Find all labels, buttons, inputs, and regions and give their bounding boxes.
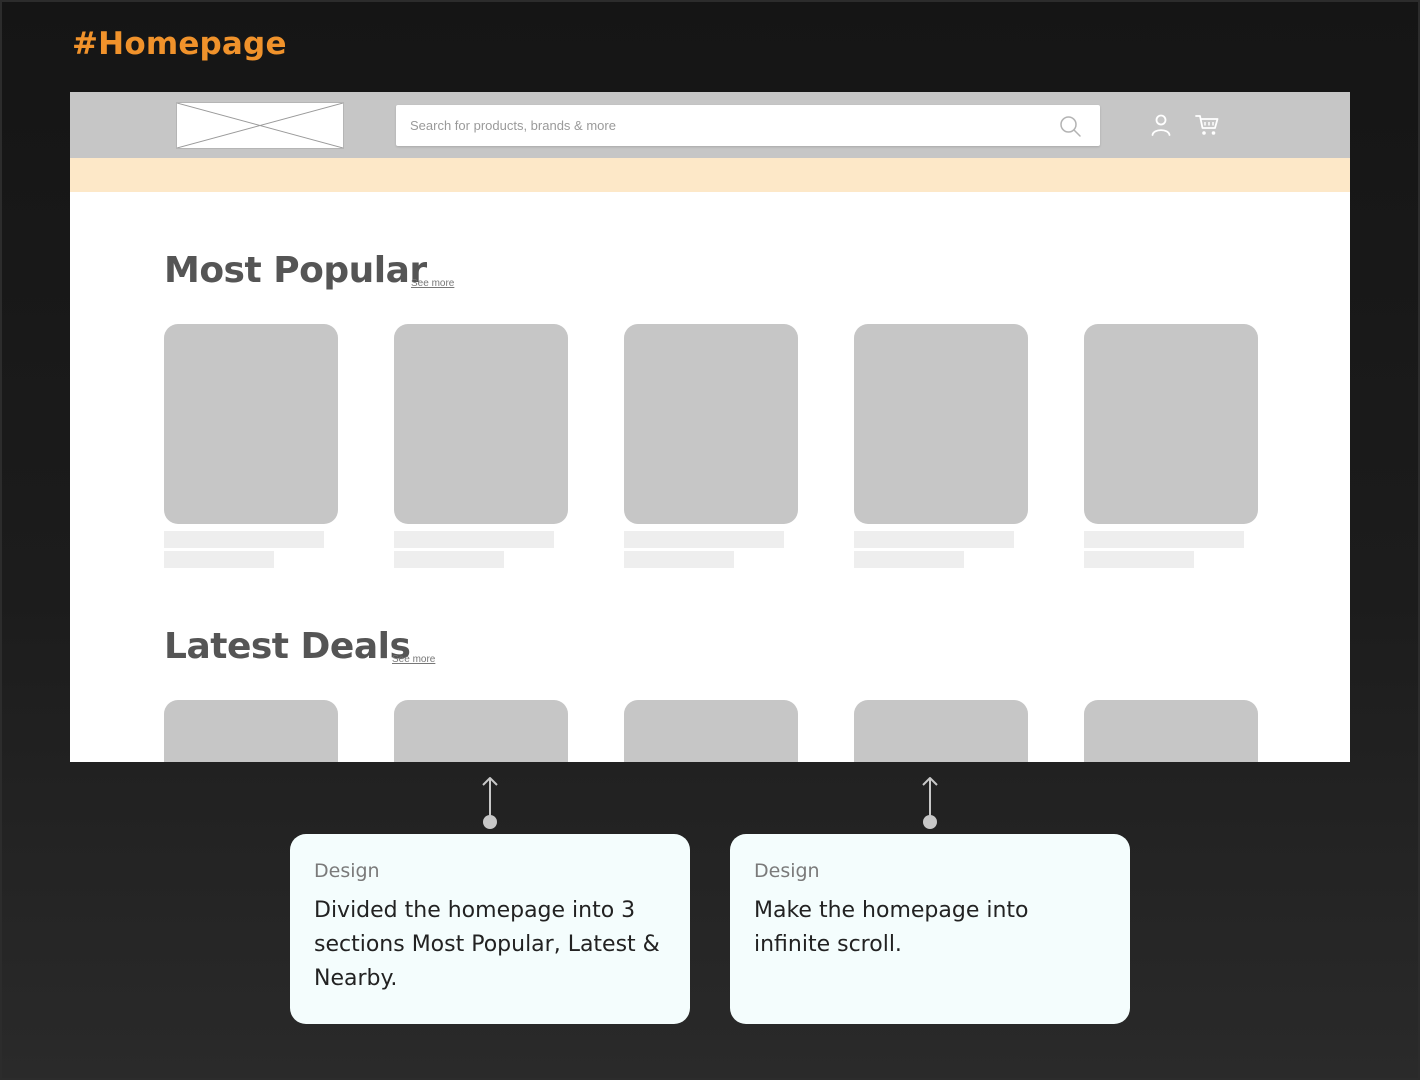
product-card[interactable] — [854, 700, 1028, 762]
note-text: Divided the homepage into 3 sections Mos… — [314, 898, 660, 991]
logo-placeholder[interactable] — [176, 102, 344, 149]
text-placeholder — [624, 531, 784, 548]
annotation-note: Design Make the homepage into infinite s… — [730, 834, 1130, 1024]
product-card[interactable] — [854, 324, 1028, 524]
annotation-note: Design Divided the homepage into 3 secti… — [290, 834, 690, 1024]
wireframe-header — [70, 92, 1350, 158]
text-placeholder — [394, 531, 554, 548]
text-placeholder — [1084, 551, 1194, 568]
text-placeholder — [854, 551, 964, 568]
search-input[interactable] — [396, 105, 1046, 146]
promo-banner — [70, 158, 1350, 192]
text-placeholder — [164, 551, 274, 568]
see-more-link[interactable]: See more — [392, 654, 435, 665]
product-card[interactable] — [624, 324, 798, 524]
product-card[interactable] — [394, 700, 568, 762]
product-card[interactable] — [394, 324, 568, 524]
image-placeholder-icon — [177, 103, 343, 148]
note-label: Design — [754, 860, 820, 882]
product-card[interactable] — [164, 700, 338, 762]
product-card[interactable] — [1084, 324, 1258, 524]
text-placeholder — [1084, 531, 1244, 548]
product-card[interactable] — [624, 700, 798, 762]
product-card[interactable] — [164, 324, 338, 524]
arrow-up-icon — [482, 777, 498, 829]
user-icon[interactable] — [1149, 113, 1173, 137]
text-placeholder — [624, 551, 734, 568]
product-card[interactable] — [1084, 700, 1258, 762]
arrow-up-icon — [922, 777, 938, 829]
search-bar — [396, 105, 1100, 146]
text-placeholder — [854, 531, 1014, 548]
section-title-most-popular: Most Popular — [164, 250, 427, 291]
homepage-wireframe: Most Popular See more Latest Deals See m… — [70, 92, 1350, 762]
section-title-latest-deals: Latest Deals — [164, 626, 411, 667]
see-more-link[interactable]: See more — [411, 278, 454, 289]
text-placeholder — [164, 531, 324, 548]
page-heading: #Homepage — [72, 26, 287, 62]
text-placeholder — [394, 551, 504, 568]
search-icon[interactable] — [1058, 114, 1082, 138]
note-text: Make the homepage into infinite scroll. — [754, 898, 1029, 957]
cart-icon[interactable] — [1195, 113, 1221, 137]
note-label: Design — [314, 860, 380, 882]
